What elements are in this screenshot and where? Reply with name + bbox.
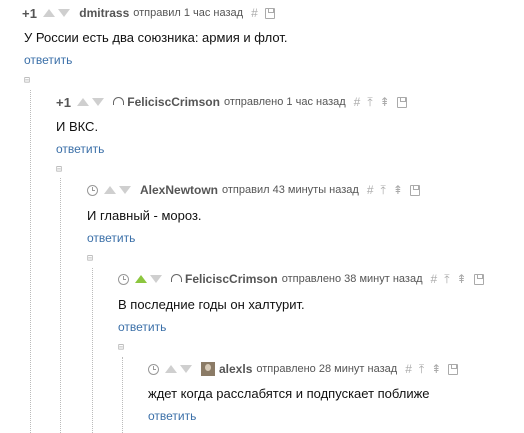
collapse-icon[interactable]: ⊟ bbox=[87, 254, 93, 264]
comment-text: ждет когда расслабятся и подпускает побл… bbox=[148, 386, 430, 401]
save-icon[interactable] bbox=[448, 363, 459, 375]
reply-link[interactable]: ответить bbox=[24, 53, 72, 67]
comment-header: AlexNewtown отправил 43 минуты назад # ⤒… bbox=[87, 182, 420, 198]
comment-header: alexls отправлено 28 минут назад # ⤒ ⇞ bbox=[148, 361, 459, 377]
timestamp: отправлено 28 минут назад bbox=[256, 363, 398, 375]
avatar[interactable] bbox=[201, 362, 215, 376]
thread-line bbox=[30, 90, 31, 433]
go-to-parent-icon[interactable]: ⤒ bbox=[381, 183, 386, 198]
comment-text: И главный - мороз. bbox=[87, 208, 202, 223]
go-to-parent-icon[interactable]: ⤒ bbox=[444, 272, 449, 287]
collapse-icon[interactable]: ⊟ bbox=[56, 165, 62, 175]
comment-text: В последние годы он халтурит. bbox=[118, 297, 305, 312]
clock-icon bbox=[118, 273, 129, 285]
upvote-icon[interactable] bbox=[77, 98, 90, 106]
downvote-icon[interactable] bbox=[58, 9, 71, 17]
author-link[interactable]: FeliciscCrimson bbox=[185, 272, 278, 286]
reply-link[interactable]: ответить bbox=[56, 142, 104, 156]
permalink-icon[interactable]: # bbox=[354, 95, 361, 109]
rating: +1 bbox=[22, 5, 38, 21]
upvote-icon[interactable] bbox=[104, 186, 116, 194]
go-to-thread-icon[interactable]: ⇞ bbox=[380, 95, 390, 109]
collapse-icon[interactable]: ⊟ bbox=[24, 76, 30, 86]
author-link[interactable]: alexls bbox=[219, 362, 252, 376]
reply-link[interactable]: ответить bbox=[87, 231, 135, 245]
collapse-icon[interactable]: ⊟ bbox=[118, 343, 124, 353]
permalink-icon[interactable]: # bbox=[251, 6, 258, 20]
headphones-icon bbox=[171, 274, 182, 282]
author-link[interactable]: FeliciscCrimson bbox=[127, 95, 220, 109]
thread-line bbox=[60, 178, 61, 433]
go-to-parent-icon[interactable]: ⤒ bbox=[419, 362, 424, 377]
thread-line bbox=[122, 357, 123, 433]
clock-icon bbox=[87, 184, 98, 196]
downvote-icon[interactable] bbox=[150, 275, 162, 283]
comment-header: +1 dmitrass отправил 1 час назад # bbox=[22, 5, 275, 21]
save-icon[interactable] bbox=[264, 7, 275, 19]
downvote-icon[interactable] bbox=[119, 186, 131, 194]
comment-header: +1 FeliciscCrimson отправлено 1 час наза… bbox=[56, 94, 407, 110]
thread-line bbox=[92, 268, 93, 433]
downvote-icon[interactable] bbox=[92, 98, 105, 106]
permalink-icon[interactable]: # bbox=[367, 183, 374, 197]
vote-arrows bbox=[135, 275, 165, 283]
permalink-icon[interactable]: # bbox=[405, 362, 412, 376]
author-link[interactable]: AlexNewtown bbox=[140, 183, 218, 197]
vote-arrows bbox=[104, 186, 134, 194]
clock-icon bbox=[148, 363, 159, 375]
upvote-icon[interactable] bbox=[135, 275, 147, 283]
save-icon[interactable] bbox=[396, 96, 407, 108]
go-to-thread-icon[interactable]: ⇞ bbox=[393, 183, 403, 197]
timestamp: отправлено 1 час назад bbox=[223, 96, 346, 108]
vote-arrows bbox=[77, 98, 107, 106]
headphones-icon bbox=[113, 97, 125, 105]
upvote-icon[interactable] bbox=[43, 9, 56, 17]
timestamp: отправил 1 час назад bbox=[133, 7, 244, 19]
comment-text: И ВКС. bbox=[56, 119, 99, 134]
comment-text: У России есть два союзника: армия и флот… bbox=[24, 30, 288, 45]
reply-link[interactable]: ответить bbox=[118, 320, 166, 334]
comment-header: FeliciscCrimson отправлено 38 минут наза… bbox=[118, 271, 484, 287]
vote-arrows bbox=[43, 9, 73, 17]
downvote-icon[interactable] bbox=[180, 365, 192, 373]
timestamp: отправил 43 минуты назад bbox=[222, 184, 359, 196]
permalink-icon[interactable]: # bbox=[431, 272, 438, 286]
save-icon[interactable] bbox=[409, 184, 420, 196]
rating: +1 bbox=[56, 94, 72, 110]
go-to-thread-icon[interactable]: ⇞ bbox=[431, 362, 441, 376]
go-to-thread-icon[interactable]: ⇞ bbox=[457, 272, 467, 286]
upvote-icon[interactable] bbox=[165, 365, 177, 373]
timestamp: отправлено 38 минут назад bbox=[281, 273, 423, 285]
go-to-parent-icon[interactable]: ⤒ bbox=[367, 95, 372, 110]
author-link[interactable]: dmitrass bbox=[79, 6, 129, 20]
reply-link[interactable]: ответить bbox=[148, 409, 196, 423]
vote-arrows bbox=[165, 365, 195, 373]
save-icon[interactable] bbox=[473, 273, 484, 285]
